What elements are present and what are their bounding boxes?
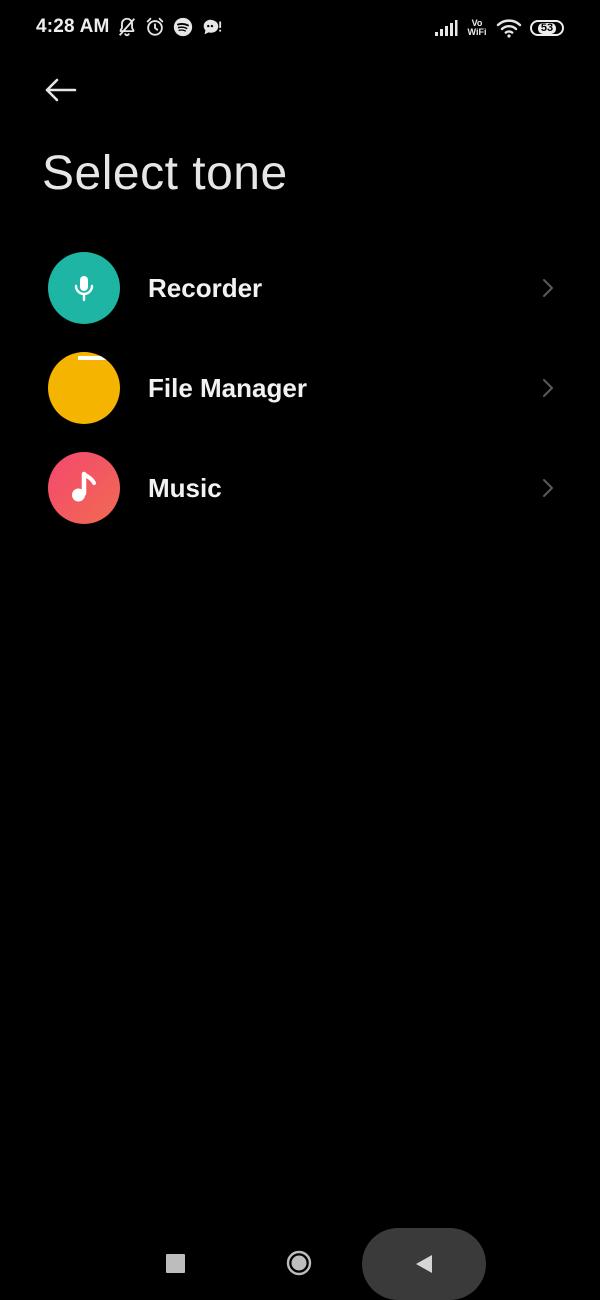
wifi-label: WiFi [467,27,487,37]
recorder-app-icon [48,252,120,324]
spotify-icon [173,17,193,37]
page-title: Select tone [42,147,288,200]
list-item-recorder[interactable]: Recorder [0,238,600,338]
system-status-icons: Vo WiFi 53 [434,15,564,41]
home-button[interactable] [286,1250,312,1276]
signal-icon [435,20,458,36]
notification-icons [116,16,222,38]
arrow-left-icon [45,78,77,102]
chat-bubble-icon [203,19,222,35]
list-item-music[interactable]: Music [0,438,600,538]
list-item-file-manager[interactable]: File Manager [0,338,600,438]
folder-icon [78,356,110,360]
microphone-icon [74,276,94,302]
recents-button[interactable] [166,1254,185,1273]
tone-source-list: Recorder File Manager Music [0,238,600,538]
music-note-icon [72,471,96,502]
battery-indicator: 53 [530,20,564,36]
item-label: File Manager [148,372,307,403]
triangle-left-icon [416,1255,432,1273]
nav-back-button[interactable] [362,1228,486,1300]
item-label: Music [148,472,222,503]
chevron-right-icon [540,476,556,500]
circle-icon [286,1250,312,1276]
vowifi-indicator: Vo WiFi [466,19,488,37]
back-button[interactable] [36,68,84,112]
status-bar: 4:28 AM Vo WiFi 53 [0,0,600,56]
bell-off-icon [118,17,136,37]
battery-level: 53 [537,22,557,34]
alarm-icon [146,17,164,36]
navigation-bar [0,1226,600,1300]
file-manager-app-icon [48,352,120,424]
chevron-right-icon [540,276,556,300]
chevron-right-icon [540,376,556,400]
music-app-icon [48,452,120,524]
wifi-icon [496,19,522,38]
status-time: 4:28 AM [36,16,110,37]
item-label: Recorder [148,272,263,303]
